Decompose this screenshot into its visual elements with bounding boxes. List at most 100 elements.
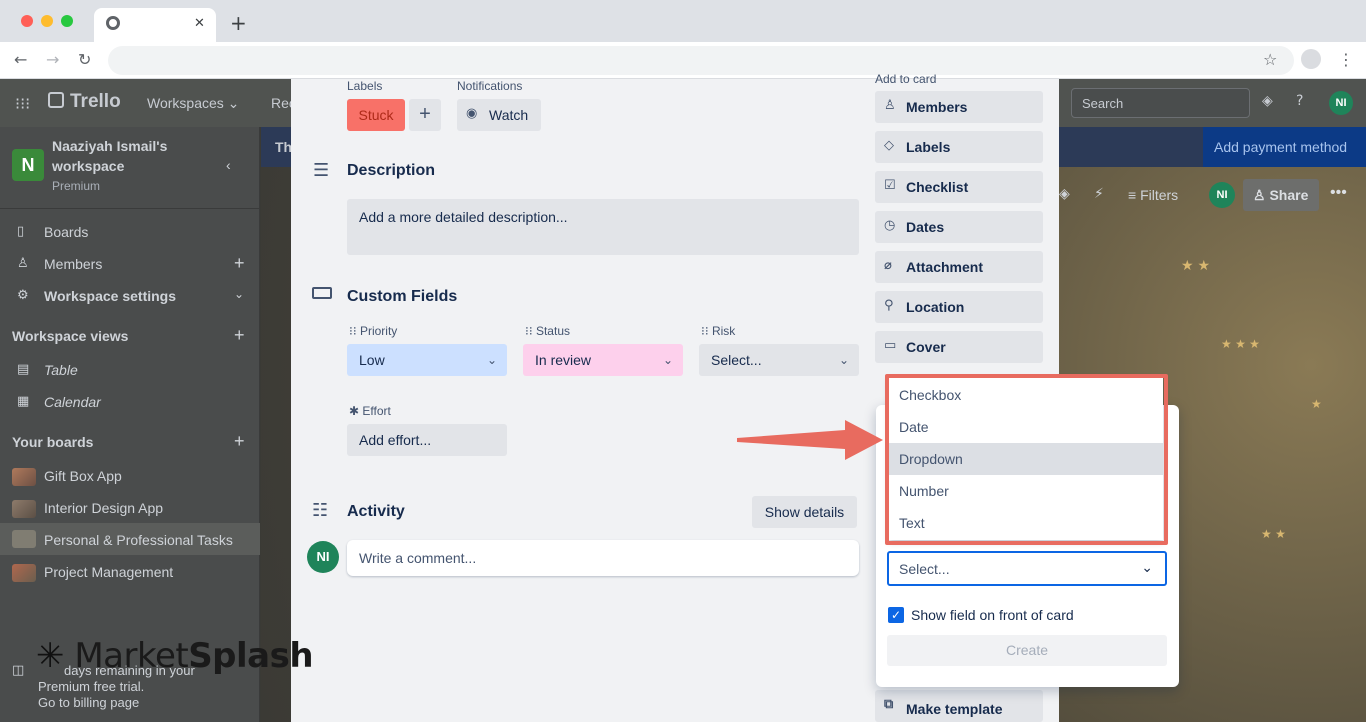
minimize-window-button[interactable] [41, 15, 53, 27]
field-icon: ⁝⁝ [701, 324, 712, 338]
description-input[interactable]: Add a more detailed description... [347, 199, 859, 255]
reload-icon[interactable]: ↻ [78, 50, 91, 69]
bookmark-star-icon[interactable]: ☆ [1263, 50, 1277, 69]
board-item-gift-box[interactable]: Gift Box App [44, 468, 122, 484]
dates-button[interactable]: ◷ Dates [875, 211, 1043, 243]
calendar-icon: ▦ [17, 394, 30, 409]
search-input[interactable]: Search [1071, 88, 1250, 118]
checklist-icon: ☑ [884, 178, 896, 193]
sidebar-item-calendar[interactable]: Calendar [44, 394, 101, 410]
comment-avatar: NI [307, 541, 339, 573]
star-decoration-icon: ★ ★ ★ [1221, 337, 1260, 351]
priority-select[interactable]: Low ⌄ [347, 344, 507, 376]
show-details-button[interactable]: Show details [752, 496, 857, 528]
sidebar-item-table[interactable]: Table [44, 362, 78, 378]
activity-title: Activity [347, 503, 405, 520]
filters-button[interactable]: ≡ Filters [1128, 187, 1178, 203]
risk-select[interactable]: Select... ⌄ [699, 344, 859, 376]
eye-icon: ◉ [466, 106, 478, 121]
workspaces-menu[interactable]: Workspaces ⌄ [147, 95, 239, 112]
browser-tab[interactable]: ✕ [94, 8, 216, 42]
location-button[interactable]: ⚲ Location [875, 291, 1043, 323]
watch-button[interactable]: ◉ Watch [457, 99, 541, 131]
field-type-select[interactable]: Select... ⌄ [887, 551, 1167, 586]
browser-tab-strip: ✕ + [0, 0, 1366, 42]
board-thumb [12, 564, 36, 582]
avatar[interactable]: NI [1329, 91, 1353, 115]
member-icon: ♙ [884, 98, 896, 113]
checklist-button[interactable]: ☑ Checklist [875, 171, 1043, 203]
asterisk-icon: ✱ [349, 404, 363, 418]
make-template-button[interactable]: ⧉ Make template [875, 690, 1043, 722]
cover-button[interactable]: ▭ Cover [875, 331, 1043, 363]
trello-logo[interactable]: Trello [70, 91, 121, 113]
add-label-button[interactable]: + [409, 99, 441, 131]
address-input[interactable] [108, 46, 1294, 75]
add-view-icon[interactable]: + [234, 325, 245, 346]
members-button[interactable]: ♙ Members [875, 91, 1043, 123]
custom-fields-icon [312, 287, 332, 299]
clock-icon: ◷ [884, 218, 896, 233]
board-more-icon[interactable]: ••• [1330, 184, 1347, 202]
create-button[interactable]: Create [887, 635, 1167, 666]
back-icon[interactable]: ← [14, 50, 27, 69]
labels-button[interactable]: ◇ Labels [875, 131, 1043, 163]
help-icon[interactable]: ? [1296, 93, 1303, 109]
board-thumb [12, 530, 36, 548]
attachment-button[interactable]: ⌀ Attachment [875, 251, 1043, 283]
more-menu-icon[interactable]: ⋮ [1338, 50, 1354, 69]
board-thumb [12, 500, 36, 518]
profile-icon[interactable] [1301, 49, 1321, 69]
highlight-box [885, 374, 1168, 545]
label-stuck[interactable]: Stuck [347, 99, 405, 131]
forward-icon[interactable]: → [46, 50, 59, 69]
banner-text: Th [275, 139, 293, 155]
marketsplash-watermark: ✳ MarketSplash [36, 636, 314, 676]
add-board-icon[interactable]: + [234, 431, 245, 452]
star-decoration-icon: ★ ★ [1181, 257, 1210, 273]
maximize-window-button[interactable] [61, 15, 73, 27]
board-rocket-icon[interactable]: ◈ [1059, 186, 1070, 202]
chevron-down-icon: ⌄ [838, 353, 849, 367]
sidebar-item-boards[interactable]: Boards [44, 224, 88, 240]
chevron-down-icon[interactable]: ⌄ [234, 287, 244, 301]
notifications-heading: Notifications [457, 79, 523, 93]
add-payment-button[interactable]: Add payment method [1203, 127, 1366, 167]
workspace-avatar: N [12, 149, 44, 181]
labels-heading: Labels [347, 79, 383, 93]
billing-link[interactable]: Go to billing page [38, 695, 139, 710]
sidebar-divider [0, 208, 260, 209]
your-boards-heading: Your boards [12, 434, 94, 450]
status-label: ⁝⁝ Status [525, 324, 570, 338]
collapse-sidebar-icon[interactable]: ‹ [226, 157, 231, 173]
effort-label: ✱ Effort [349, 404, 391, 418]
add-member-icon[interactable]: + [234, 253, 245, 274]
board-member-avatar[interactable]: NI [1209, 182, 1235, 208]
comment-input[interactable]: Write a comment... [347, 540, 859, 576]
custom-fields-title: Custom Fields [347, 288, 458, 305]
sidebar-item-settings[interactable]: Workspace settings [44, 288, 176, 304]
trial-gift-icon: ◫ [12, 663, 25, 678]
chrome-favicon-icon [106, 16, 120, 30]
workspace-name: Naaziyah Ismail's [52, 138, 168, 154]
chevron-down-icon: ⌄ [486, 353, 497, 367]
rocket-icon[interactable]: ◈ [1262, 93, 1273, 109]
show-on-front-checkbox[interactable]: ✓ [888, 607, 904, 623]
automation-bolt-icon[interactable]: ⚡ [1094, 186, 1104, 202]
add-to-card-heading: Add to card [875, 72, 937, 86]
share-button[interactable]: ♙ Share [1243, 179, 1319, 211]
board-item-personal-tasks[interactable]: Personal & Professional Tasks [44, 532, 233, 548]
effort-input[interactable]: Add effort... [347, 424, 507, 456]
close-tab-icon[interactable]: ✕ [194, 16, 205, 31]
board-thumb [12, 468, 36, 486]
board-item-project-management[interactable]: Project Management [44, 564, 173, 580]
close-window-button[interactable] [21, 15, 33, 27]
status-select[interactable]: In review ⌄ [523, 344, 683, 376]
sidebar-item-members[interactable]: Members [44, 256, 102, 272]
workspace-sidebar: N Naaziyah Ismail's workspace Premium ‹ … [0, 127, 260, 722]
pointer-arrow [737, 420, 883, 460]
workspace-name-line2: workspace [52, 158, 125, 174]
app-switcher-icon[interactable]: ⁝⁝⁝ [15, 94, 30, 113]
board-item-interior-design[interactable]: Interior Design App [44, 500, 163, 516]
new-tab-button[interactable]: + [230, 11, 247, 35]
